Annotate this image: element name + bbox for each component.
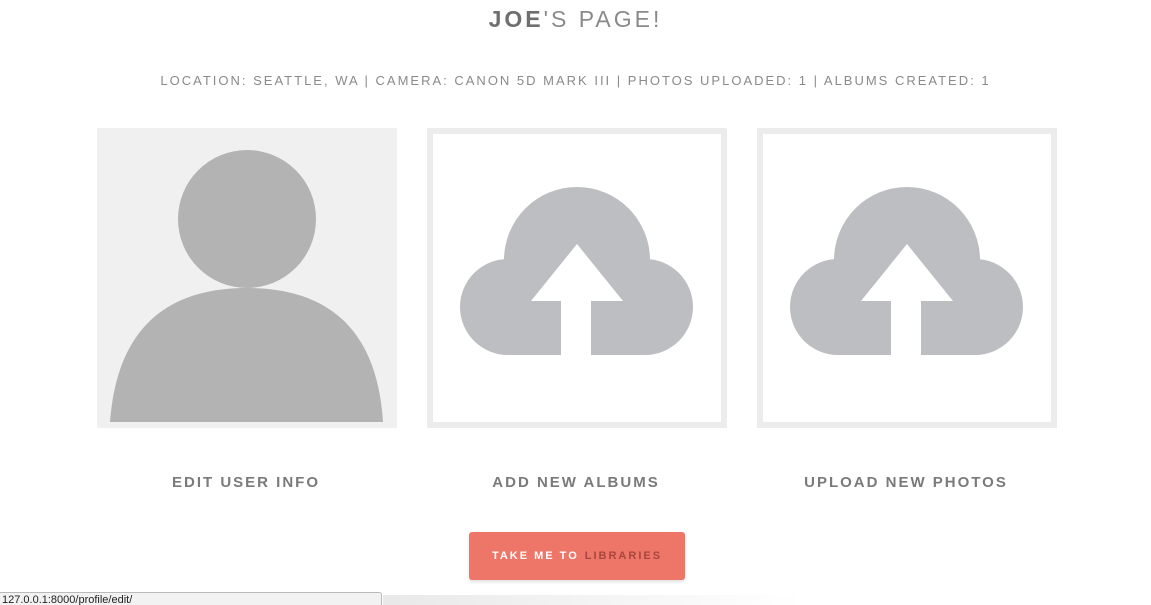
edit-user-info-tile[interactable] [97, 128, 397, 428]
edit-user-info-link[interactable]: EDIT USER INFO [96, 474, 396, 491]
user-silhouette-icon [110, 150, 383, 422]
cloud-upload-icon [790, 187, 1023, 370]
page-title: JOE'S PAGE! [0, 6, 1151, 33]
add-new-albums-link[interactable]: ADD NEW ALBUMS [426, 474, 726, 491]
user-stats: LOCATION: SEATTLE, WA | CAMERA: CANON 5D… [160, 73, 991, 88]
profile-page: JOE'S PAGE! LOCATION: SEATTLE, WA | CAME… [0, 0, 1151, 605]
cloud-upload-icon [460, 187, 693, 370]
take-me-to-libraries-button[interactable]: TAKE ME TO LIBRARIES [469, 532, 685, 580]
upload-new-photos-tile[interactable] [757, 128, 1057, 428]
user-name: JOE [488, 6, 544, 32]
upload-new-photos-link[interactable]: UPLOAD NEW PHOTOS [756, 474, 1056, 491]
cta-accent: LIBRARIES [584, 550, 663, 562]
cta-prefix: TAKE ME TO [491, 550, 579, 562]
add-new-albums-tile[interactable] [427, 128, 727, 428]
status-bar-url: 127.0.0.1:8000/profile/edit/ [0, 592, 382, 605]
status-bar-shadow [383, 595, 803, 605]
page-title-suffix: 'S PAGE! [543, 6, 663, 32]
